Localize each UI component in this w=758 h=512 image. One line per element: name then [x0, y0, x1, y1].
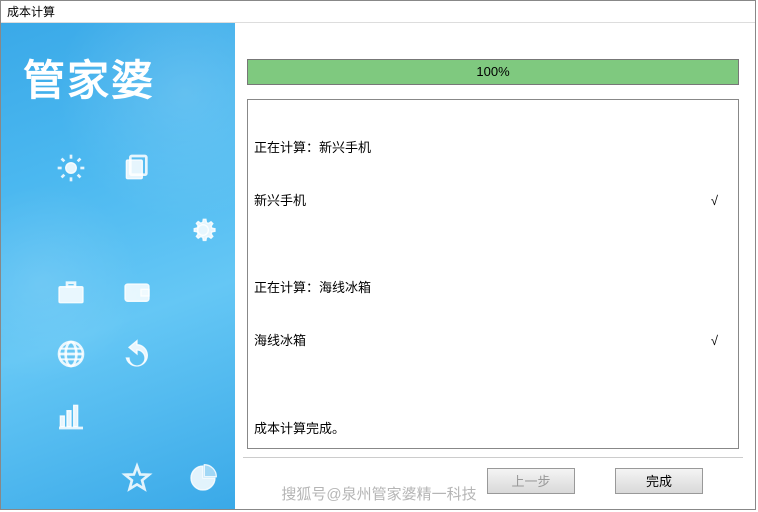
titlebar: 成本计算: [1, 1, 755, 23]
blank-cell-5: [173, 324, 233, 384]
log-line: 成本计算完成。: [254, 420, 732, 438]
progress-bar: 100%: [247, 59, 739, 85]
undo-icon: [107, 324, 167, 384]
globe-icon: [41, 324, 101, 384]
done-button[interactable]: 完成: [615, 468, 703, 494]
blank-cell-6: [107, 386, 167, 446]
progress-text: 100%: [248, 64, 738, 79]
bar-chart-icon: [41, 386, 101, 446]
blank-cell-2: [41, 200, 101, 260]
sidebar-icon-grid: [1, 108, 235, 508]
app-window: 成本计算 管家婆: [0, 0, 756, 510]
blank-cell-1: [173, 138, 233, 198]
check-icon: √: [711, 332, 732, 350]
sidebar: 管家婆: [1, 23, 235, 509]
log-output: 正在计算：新兴手机 新兴手机√ 正在计算：海线冰箱 海线冰箱√ 成本计算完成。 …: [247, 99, 739, 449]
briefcase-icon: [41, 262, 101, 322]
blank-cell-3: [107, 200, 167, 260]
star-icon: [107, 448, 167, 508]
check-icon: √: [711, 192, 732, 210]
prev-button[interactable]: 上一步: [487, 468, 575, 494]
wallet-icon: [107, 262, 167, 322]
button-bar: 上一步 完成: [243, 457, 743, 503]
log-line: 正在计算：新兴手机: [254, 139, 732, 157]
blank-cell-8: [41, 448, 101, 508]
gear-icon: [173, 200, 233, 260]
pie-chart-icon: [173, 448, 233, 508]
files-icon: [107, 138, 167, 198]
content: 管家婆: [1, 23, 755, 509]
log-line: 正在计算：海线冰箱: [254, 279, 732, 297]
sun-icon: [41, 138, 101, 198]
log-line: 海线冰箱√: [254, 332, 732, 350]
app-logo: 管家婆: [1, 23, 235, 108]
blank-cell-4: [173, 262, 233, 322]
window-title: 成本计算: [7, 5, 55, 19]
main-panel: 100% 正在计算：新兴手机 新兴手机√ 正在计算：海线冰箱 海线冰箱√ 成本计…: [235, 23, 755, 509]
log-line: 新兴手机√: [254, 192, 732, 210]
blank-cell-7: [173, 386, 233, 446]
